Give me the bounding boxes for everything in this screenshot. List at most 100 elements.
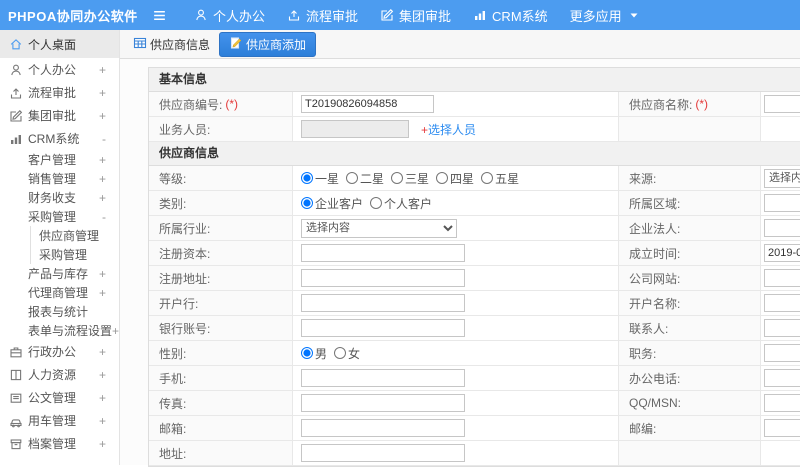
level-radio[interactable] [346, 172, 359, 184]
founded-date-input[interactable] [764, 244, 800, 262]
field-label-cell: 传真: [149, 391, 293, 415]
expand-toggle-icon[interactable]: + [99, 63, 119, 77]
sidebar-item-document-mgmt[interactable]: 公文管理 + [0, 386, 119, 409]
expand-toggle-icon[interactable]: - [102, 132, 119, 146]
top-nav: 个人办公 流程审批 集团审批 CRM系统 更多应用 [183, 0, 652, 30]
qq-msn-input[interactable] [764, 394, 800, 412]
radio-option-level[interactable]: 二星 [346, 170, 384, 187]
radio-option-gender[interactable]: 男 [301, 345, 327, 362]
expand-toggle-icon[interactable]: + [112, 324, 119, 338]
address-input[interactable] [301, 444, 465, 462]
expand-toggle-icon[interactable]: + [99, 345, 119, 359]
tab-supplier-info-tab[interactable]: 供应商信息 [133, 36, 210, 53]
office-phone-input[interactable] [764, 369, 800, 387]
field-label: 传真: [159, 396, 187, 411]
expand-toggle-icon[interactable]: + [99, 286, 119, 300]
expand-toggle-icon[interactable]: + [99, 391, 119, 405]
level-radio[interactable] [436, 172, 449, 184]
gender-radio[interactable] [301, 347, 313, 359]
sidebar-item-purchasing[interactable]: 采购管理 [30, 245, 119, 264]
sidebar-item-customer-mgmt[interactable]: 客户管理 + [0, 150, 119, 169]
sidebar-item-reports-stats[interactable]: 报表与统计 [0, 302, 119, 321]
gender-radio[interactable] [334, 347, 347, 359]
bank-account-input[interactable] [301, 319, 465, 337]
website-input[interactable] [764, 269, 800, 287]
expand-toggle-icon[interactable]: + [99, 153, 119, 167]
expand-toggle-icon[interactable]: + [99, 86, 119, 100]
office-icon [9, 345, 23, 359]
sidebar-item-crm-system[interactable]: CRM系统 - [0, 127, 119, 150]
contact-input[interactable] [764, 319, 800, 337]
bank-input[interactable] [301, 294, 465, 312]
home-icon [9, 37, 23, 51]
registered-address-input[interactable] [301, 269, 465, 287]
position-input[interactable] [764, 344, 800, 362]
expand-toggle-icon[interactable]: - [102, 210, 119, 224]
radio-option-level[interactable]: 五星 [481, 170, 519, 187]
field-label: 注册资本: [159, 246, 211, 261]
nav-item-group-approval[interactable]: 集团审批 [369, 0, 462, 30]
field-label-cell: 地址: [149, 441, 293, 465]
sidebar-item-label: 采购管理 [39, 248, 88, 262]
field-label: 成立时间: [629, 246, 681, 261]
sidebar-item-form-flow-settings[interactable]: 表单与流程设置 + [0, 321, 119, 340]
expand-toggle-icon[interactable]: + [99, 414, 119, 428]
sidebar-item-admin-office[interactable]: 行政办公 + [0, 340, 119, 363]
field-label: 邮编: [629, 421, 657, 436]
sidebar-item-personal-desktop[interactable]: 个人桌面 [0, 30, 119, 58]
select-person-link[interactable]: +选择人员 [421, 121, 476, 138]
sales-person-input[interactable] [301, 120, 409, 138]
supplier-no-input[interactable] [301, 95, 434, 113]
expand-toggle-icon[interactable]: + [99, 172, 119, 186]
sidebar-item-human-resources[interactable]: 人力资源 + [0, 363, 119, 386]
sidebar-item-workflow-approval[interactable]: 流程审批 + [0, 81, 119, 104]
legal-person-input[interactable] [764, 219, 800, 237]
expand-toggle-icon[interactable]: + [99, 267, 119, 281]
zip-input[interactable] [764, 419, 800, 437]
required-mark: (*) [225, 97, 239, 111]
radio-option-category[interactable]: 个人客户 [370, 195, 432, 212]
expand-toggle-icon[interactable]: + [99, 437, 119, 451]
radio-option-level[interactable]: 一星 [301, 170, 339, 187]
sidebar-item-product-inventory[interactable]: 产品与库存 + [0, 264, 119, 283]
mobile-input[interactable] [301, 369, 465, 387]
category-radio[interactable] [301, 197, 313, 209]
sidebar-item-archive-mgmt[interactable]: 档案管理 + [0, 432, 119, 455]
radio-option-level[interactable]: 四星 [436, 170, 474, 187]
radio-option-category[interactable]: 企业客户 [301, 195, 363, 212]
level-radio[interactable] [391, 172, 404, 184]
account-name-input[interactable] [764, 294, 800, 312]
expand-toggle-icon[interactable]: + [99, 191, 119, 205]
expand-toggle-icon[interactable]: + [99, 368, 119, 382]
sidebar-item-supplier-mgmt[interactable]: 供应商管理 [30, 226, 119, 245]
source-select[interactable]: 选择内容 [764, 168, 800, 188]
radio-option-gender[interactable]: 女 [334, 345, 360, 362]
email-input[interactable] [301, 419, 465, 437]
add-edit-icon [229, 36, 243, 53]
supplier-name-input[interactable] [764, 95, 800, 113]
sidebar-item-finance[interactable]: 财务收支 + [0, 188, 119, 207]
industry-select[interactable]: 选择内容 [301, 218, 457, 238]
nav-item-crm-system[interactable]: CRM系统 [462, 0, 559, 30]
nav-item-workflow-approval[interactable]: 流程审批 [276, 0, 369, 30]
registered-capital-input[interactable] [301, 244, 465, 262]
level-radio[interactable] [481, 172, 494, 184]
sidebar-item-personal-office[interactable]: 个人办公 + [0, 58, 119, 81]
tab-supplier-add-tab[interactable]: 供应商添加 [219, 31, 317, 57]
field-control-cell [293, 266, 619, 290]
sidebar-item-group-approval[interactable]: 集团审批 + [0, 104, 119, 127]
hamburger-icon[interactable] [146, 0, 173, 30]
expand-toggle-icon[interactable]: + [99, 109, 119, 123]
category-radio[interactable] [370, 197, 383, 209]
radio-option-level[interactable]: 三星 [391, 170, 429, 187]
sidebar-item-vehicle-mgmt[interactable]: 用车管理 + [0, 409, 119, 432]
fax-input[interactable] [301, 394, 465, 412]
nav-item-personal-office[interactable]: 个人办公 [183, 0, 276, 30]
sidebar-item-purchase-mgmt[interactable]: 采购管理 - [0, 207, 119, 226]
level-radio[interactable] [301, 172, 313, 184]
flow-icon [287, 8, 301, 22]
region-input[interactable] [764, 194, 800, 212]
nav-item-more-apps[interactable]: 更多应用 [559, 0, 652, 30]
sidebar-item-sales-mgmt[interactable]: 销售管理 + [0, 169, 119, 188]
sidebar-item-agent-mgmt[interactable]: 代理商管理 + [0, 283, 119, 302]
